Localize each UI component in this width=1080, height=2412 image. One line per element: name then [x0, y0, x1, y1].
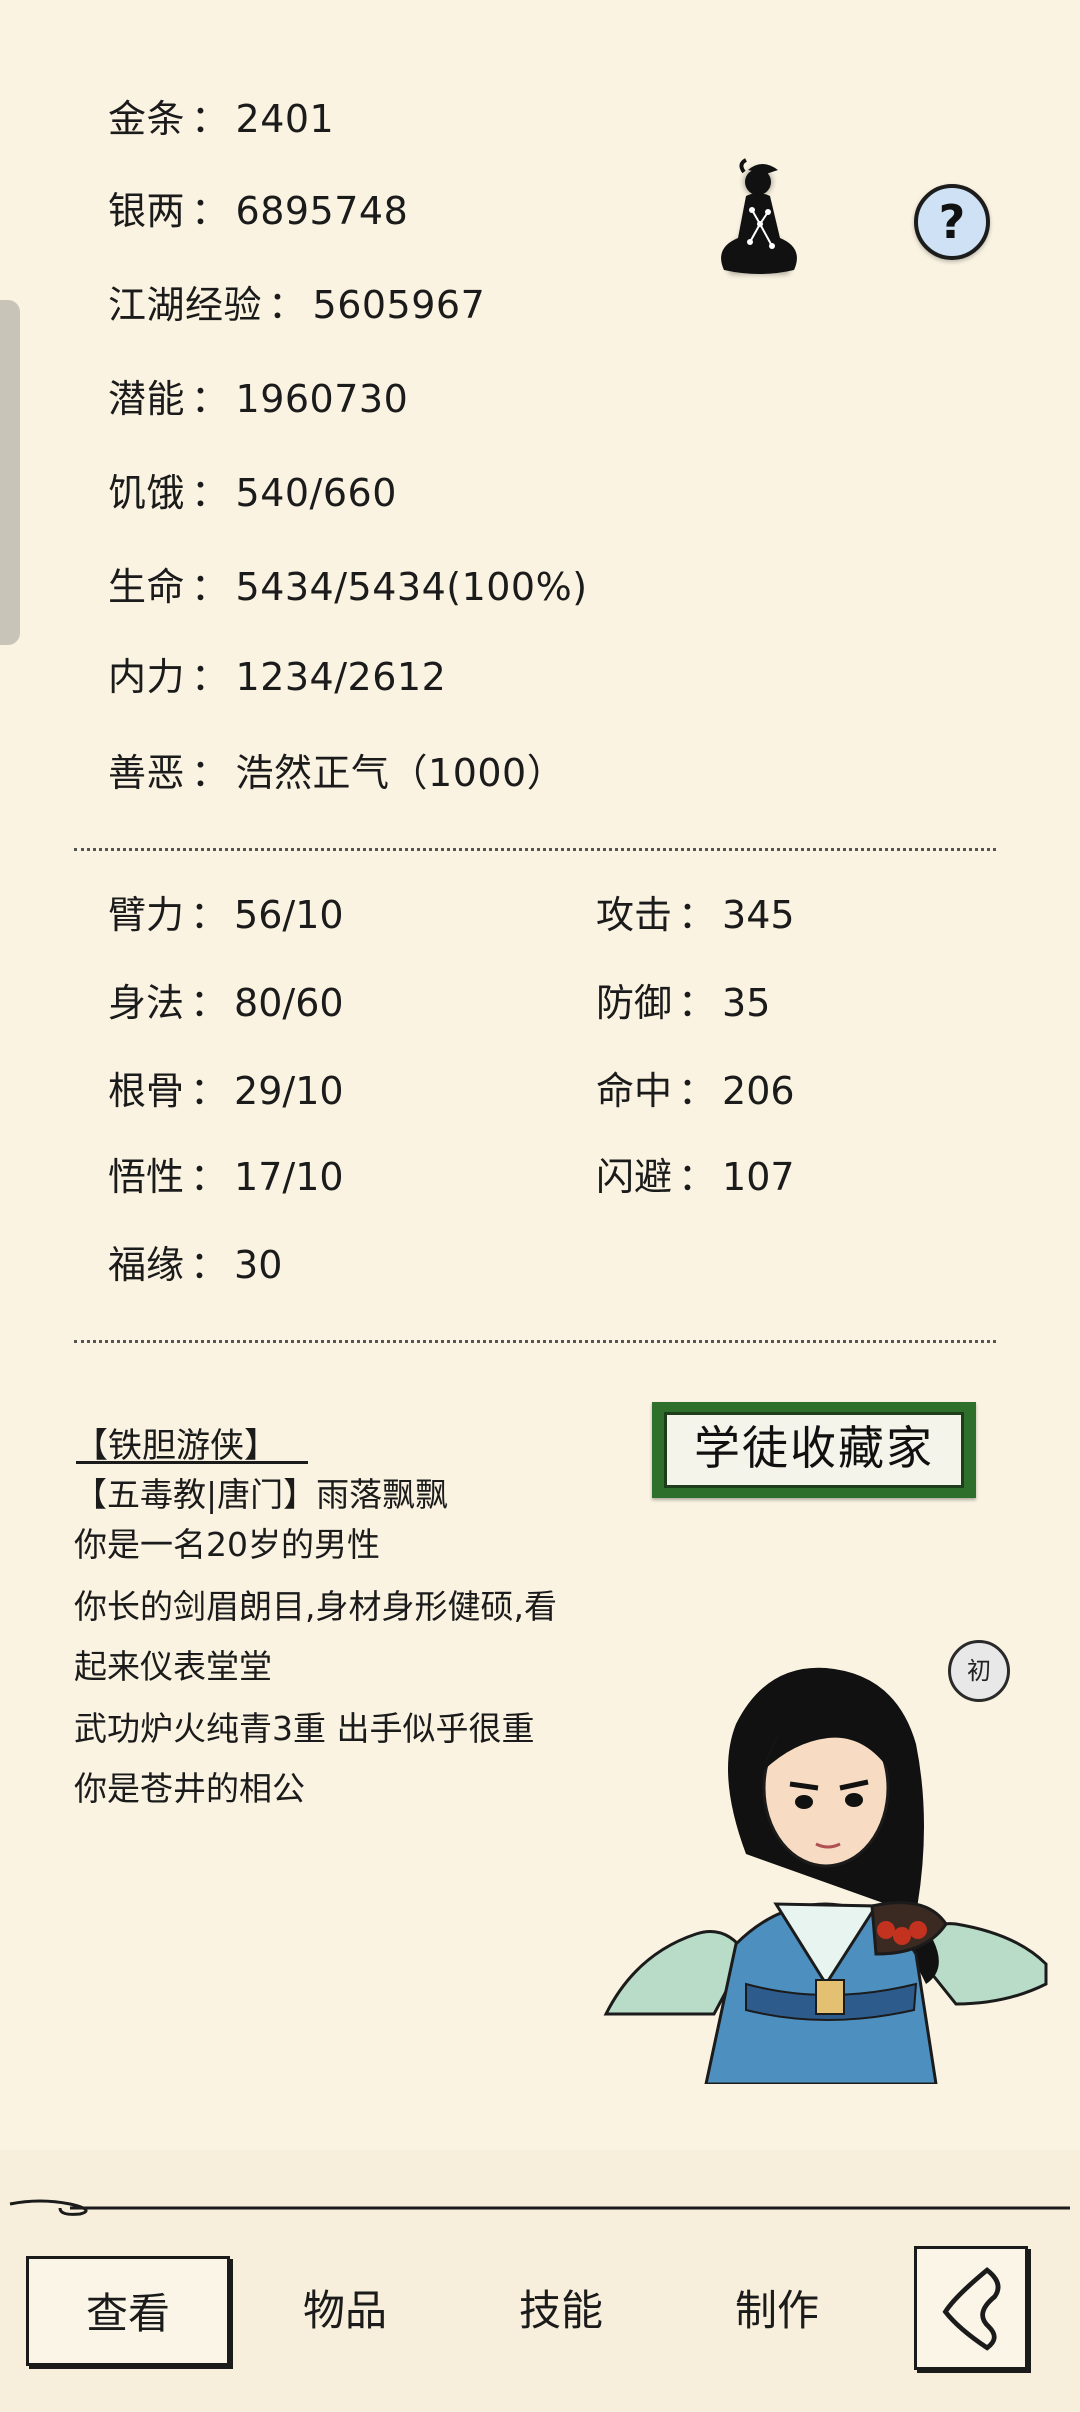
tab-items[interactable]: 物品 [270, 2256, 420, 2366]
back-button[interactable] [914, 2246, 1028, 2370]
title-badge[interactable]: 学徒收藏家 [652, 1402, 976, 1498]
rank-seal: 初 [948, 1640, 1010, 1702]
stat-hunger: 饥饿： 540/660 [108, 468, 397, 518]
stat-potential: 潜能： 1960730 [108, 374, 408, 424]
stat-life: 生命： 5434/5434(100%) [108, 562, 588, 612]
attr-sep: ： [190, 981, 229, 1025]
section-divider [74, 1340, 996, 1343]
attr-attack-value: 345 [722, 893, 795, 937]
attr-defense-label: 防御 [596, 981, 673, 1025]
attr-attack: 攻击： 345 [596, 890, 795, 940]
stat-gold-value: 2401 [235, 97, 335, 141]
stat-potential-value: 1960730 [235, 377, 409, 421]
attr-accuracy: 命中： 206 [596, 1066, 795, 1116]
tab-skills[interactable]: 技能 [486, 2256, 636, 2366]
attr-constitution: 根骨： 29/10 [108, 1066, 344, 1116]
attr-strength-value: 56/10 [234, 893, 344, 937]
section-divider [74, 848, 996, 851]
stat-morality-label: 善恶 [108, 751, 186, 795]
tab-view[interactable]: 查看 [26, 2256, 230, 2366]
attr-constitution-label: 根骨 [108, 1069, 185, 1113]
stat-inner-power: 内力： 1234/2612 [108, 652, 446, 702]
attr-comprehension-value: 17/10 [234, 1155, 344, 1199]
stat-silver: 银两： 6895748 [108, 186, 408, 236]
profile-title-underline [76, 1461, 308, 1464]
attr-strength: 臂力： 56/10 [108, 890, 344, 940]
attr-strength-label: 臂力 [108, 893, 185, 937]
attr-dodge-value: 107 [722, 1155, 795, 1199]
title-badge-text: 学徒收藏家 [664, 1412, 964, 1488]
stat-experience: 江湖经验： 5605967 [108, 280, 485, 330]
stat-morality-value: 浩然正气（1000） [235, 751, 566, 795]
profile-line: 你长的剑眉朗目,身材身形健硕,看 [74, 1587, 557, 1626]
profile-line: 你是一名20岁的男性 [74, 1525, 380, 1564]
attr-defense-value: 35 [722, 981, 771, 1025]
profile-line: 武功炉火纯青3重 出手似乎很重 [74, 1709, 535, 1748]
attr-accuracy-value: 206 [722, 1069, 795, 1113]
stat-sep: ： [268, 283, 307, 327]
attr-sep: ： [678, 981, 717, 1025]
profile-line: 起来仪表堂堂 [74, 1647, 272, 1686]
attr-sep: ： [190, 1243, 229, 1287]
stat-life-value: 5434/5434(100%) [235, 565, 588, 609]
stat-morality: 善恶：浩然正气（1000） [108, 748, 565, 798]
attr-comprehension: 悟性： 17/10 [108, 1152, 344, 1202]
stat-sep: ： [191, 377, 230, 421]
attr-luck: 福缘： 30 [108, 1240, 282, 1290]
profile-line: 你是苍井的相公 [74, 1769, 305, 1808]
stat-hunger-value: 540/660 [235, 471, 397, 515]
stat-hunger-label: 饥饿 [108, 471, 186, 515]
stat-gold: 金条： 2401 [108, 94, 334, 144]
attr-attack-label: 攻击 [596, 893, 673, 937]
attr-accuracy-label: 命中 [596, 1069, 673, 1113]
attr-sep: ： [678, 893, 717, 937]
stat-experience-value: 5605967 [312, 283, 486, 327]
profile-sect-name: 【五毒教|唐门】雨落飘飘 [74, 1475, 449, 1514]
attr-agility-label: 身法 [108, 981, 185, 1025]
attr-defense: 防御： 35 [596, 978, 770, 1028]
stat-life-label: 生命 [108, 565, 186, 609]
stat-potential-label: 潜能 [108, 377, 186, 421]
scrollbar[interactable] [0, 300, 20, 645]
stat-experience-label: 江湖经验 [108, 283, 263, 327]
attr-sep: ： [678, 1069, 717, 1113]
stat-inner-power-value: 1234/2612 [235, 655, 447, 699]
stat-sep: ： [191, 751, 230, 795]
attr-comprehension-label: 悟性 [108, 1155, 185, 1199]
attr-dodge-label: 闪避 [596, 1155, 673, 1199]
attr-sep: ： [190, 893, 229, 937]
attr-agility: 身法： 80/60 [108, 978, 344, 1028]
stat-sep: ： [191, 97, 230, 141]
attr-constitution-value: 29/10 [234, 1069, 344, 1113]
attr-luck-label: 福缘 [108, 1243, 185, 1287]
attr-sep: ： [190, 1069, 229, 1113]
help-icon[interactable]: ? [914, 184, 990, 260]
stat-silver-label: 银两 [108, 189, 186, 233]
tab-craft[interactable]: 制作 [702, 2256, 852, 2366]
meditation-icon[interactable] [700, 152, 820, 282]
ink-divider [9, 2199, 1070, 2216]
back-icon [942, 2267, 1001, 2351]
stat-gold-label: 金条 [108, 97, 186, 141]
attr-sep: ： [190, 1155, 229, 1199]
stat-sep: ： [191, 655, 230, 699]
character-portrait [603, 1667, 1048, 2084]
attr-dodge: 闪避： 107 [596, 1152, 795, 1202]
stat-inner-power-label: 内力 [108, 655, 186, 699]
attr-agility-value: 80/60 [234, 981, 344, 1025]
stat-sep: ： [191, 189, 230, 233]
stat-sep: ： [191, 471, 230, 515]
attr-sep: ： [678, 1155, 717, 1199]
stat-sep: ： [191, 565, 230, 609]
stat-silver-value: 6895748 [235, 189, 409, 233]
attr-luck-value: 30 [234, 1243, 283, 1287]
